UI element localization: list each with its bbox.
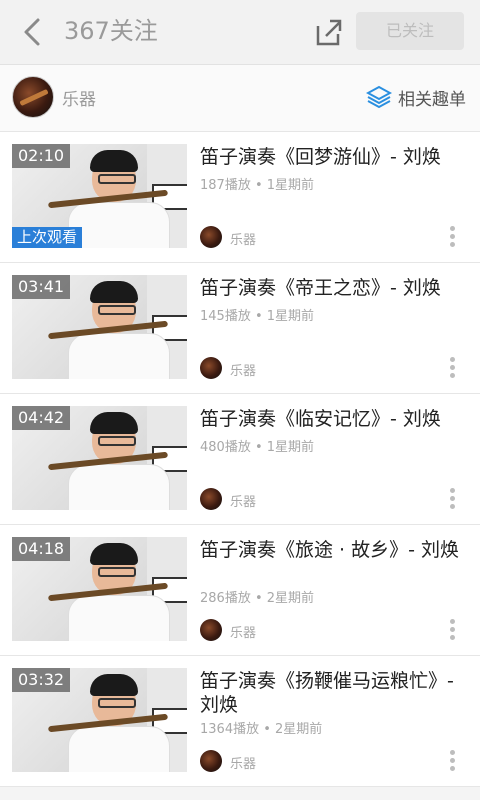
more-options-button[interactable] [444,486,460,512]
video-item[interactable]: 02:10 上次观看 笛子演奏《回梦游仙》- 刘焕 187播放 • 1星期前 乐… [0,132,480,263]
layers-icon [366,85,392,109]
duration-badge: 03:41 [12,275,71,299]
video-title[interactable]: 笛子演奏《旅途 · 故乡》- 刘焕 [200,538,470,562]
video-title[interactable]: 笛子演奏《回梦游仙》- 刘焕 [200,145,470,169]
back-button[interactable] [16,14,52,50]
video-item[interactable]: 04:42 笛子演奏《临安记忆》- 刘焕 480播放 • 1星期前 乐器 [0,394,480,525]
video-list: 02:10 上次观看 笛子演奏《回梦游仙》- 刘焕 187播放 • 1星期前 乐… [0,132,480,787]
share-button[interactable] [310,14,346,50]
uploader-name[interactable]: 乐器 [230,622,256,641]
more-options-button[interactable] [444,617,460,643]
chevron-left-icon [24,18,40,46]
uploader-avatar[interactable] [200,619,222,641]
channel-avatar[interactable] [12,76,54,118]
related-collections-label: 相关趣单 [398,89,466,110]
more-options-button[interactable] [444,224,460,250]
duration-badge: 04:18 [12,537,71,561]
share-icon [316,19,342,46]
duration-badge: 03:32 [12,668,71,692]
related-collections-button[interactable]: 相关趣单 [366,83,466,111]
video-item[interactable]: 03:41 笛子演奏《帝王之恋》- 刘焕 145播放 • 1星期前 乐器 [0,263,480,394]
video-meta: 145播放 • 1星期前 [200,309,315,324]
uploader-name[interactable]: 乐器 [230,229,256,248]
video-meta: 1364播放 • 2星期前 [200,722,323,737]
uploader-name[interactable]: 乐器 [230,491,256,510]
video-title[interactable]: 笛子演奏《临安记忆》- 刘焕 [200,407,470,431]
uploader-avatar[interactable] [200,750,222,772]
uploader-avatar[interactable] [200,226,222,248]
uploader-name[interactable]: 乐器 [230,753,256,772]
video-title[interactable]: 笛子演奏《帝王之恋》- 刘焕 [200,276,470,300]
uploader-avatar[interactable] [200,488,222,510]
top-bar: 367关注 已关注 [0,0,480,65]
last-watched-badge: 上次观看 [12,227,83,248]
more-options-button[interactable] [444,355,460,381]
video-item[interactable]: 03:32 笛子演奏《扬鞭催马运粮忙》- 刘焕 1364播放 • 2星期前 乐器 [0,656,480,787]
more-options-button[interactable] [444,748,460,774]
duration-badge: 02:10 [12,144,71,168]
uploader-name[interactable]: 乐器 [230,360,256,379]
channel-row[interactable]: 乐器 相关趣单 [0,65,480,132]
video-title[interactable]: 笛子演奏《扬鞭催马运粮忙》- 刘焕 [200,669,470,717]
duration-badge: 04:42 [12,406,71,430]
page-title: 367关注 [64,17,158,45]
follow-button[interactable]: 已关注 [356,12,464,50]
video-item[interactable]: 04:18 笛子演奏《旅途 · 故乡》- 刘焕 286播放 • 2星期前 乐器 [0,525,480,656]
channel-name: 乐器 [62,90,96,110]
uploader-avatar[interactable] [200,357,222,379]
video-meta: 480播放 • 1星期前 [200,440,315,455]
video-meta: 286播放 • 2星期前 [200,591,315,606]
video-meta: 187播放 • 1星期前 [200,178,315,193]
